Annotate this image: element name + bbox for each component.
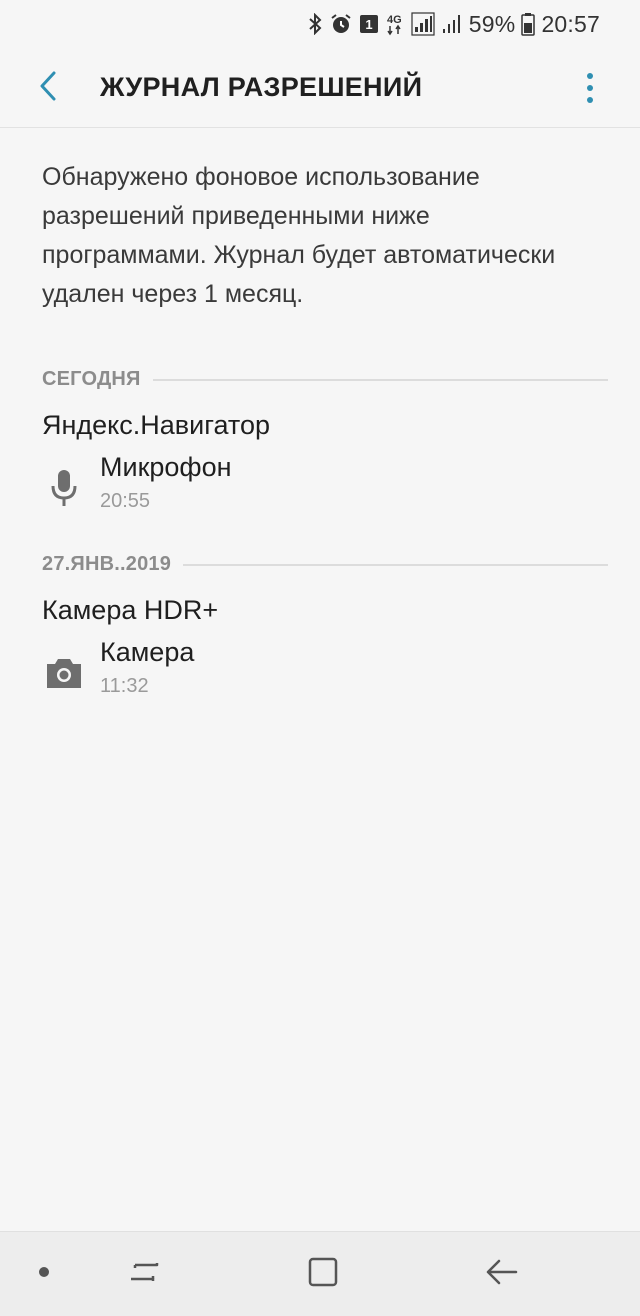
svg-text:1: 1	[365, 17, 372, 32]
permission-entry[interactable]: Камера 11:32	[42, 637, 608, 701]
status-bar: 1 4G 59% 20:57	[0, 0, 640, 48]
status-time: 20:57	[541, 10, 600, 37]
signal-2-icon	[441, 12, 463, 36]
navigation-bar	[0, 1231, 640, 1316]
chevron-left-icon	[38, 70, 58, 107]
battery-percent: 59%	[468, 10, 516, 37]
svg-text:4G: 4G	[387, 14, 402, 26]
section-header-date: 27.ЯНВ..2019	[42, 553, 608, 576]
app-name: Яндекс.Навигатор	[42, 410, 271, 440]
dot-icon	[38, 1265, 50, 1283]
app-bar: ЖУРНАЛ РАЗРЕШЕНИЙ	[0, 48, 640, 128]
nav-back-button[interactable]	[482, 1254, 522, 1294]
home-button[interactable]	[303, 1254, 343, 1294]
description-text: Обнаружено фоновое использование разреше…	[42, 163, 556, 308]
microphone-icon	[44, 468, 84, 508]
permission-entry[interactable]: Микрофон 20:55	[42, 452, 608, 516]
section-header-label: СЕГОДНЯ	[42, 368, 141, 390]
app-name: Камера HDR+	[42, 595, 219, 625]
more-vertical-icon	[587, 73, 593, 79]
recent-apps-icon	[127, 1257, 161, 1292]
4g-icon: 4G	[385, 12, 405, 36]
section-divider	[152, 378, 608, 381]
permission-time: 11:32	[100, 675, 149, 697]
back-icon	[485, 1257, 519, 1292]
section-header-label: 27.ЯНВ..2019	[42, 553, 172, 575]
camera-icon	[44, 653, 84, 693]
bluetooth-icon	[307, 12, 323, 36]
page-title: ЖУРНАЛ РАЗРЕШЕНИЙ	[100, 72, 423, 102]
nav-dot-button[interactable]	[24, 1254, 64, 1294]
permission-name: Камера	[100, 637, 195, 667]
back-button[interactable]	[30, 70, 66, 106]
home-icon	[307, 1256, 339, 1293]
sim-1-icon: 1	[359, 12, 379, 36]
section-divider	[183, 563, 608, 566]
permission-name: Микрофон	[100, 452, 232, 482]
signal-icon	[411, 12, 435, 36]
permission-time: 20:55	[100, 490, 151, 512]
battery-icon	[521, 12, 536, 36]
more-options-button[interactable]	[578, 68, 602, 108]
recent-apps-button[interactable]	[124, 1254, 164, 1294]
alarm-icon	[329, 12, 353, 36]
section-header-today: СЕГОДНЯ	[42, 368, 608, 391]
